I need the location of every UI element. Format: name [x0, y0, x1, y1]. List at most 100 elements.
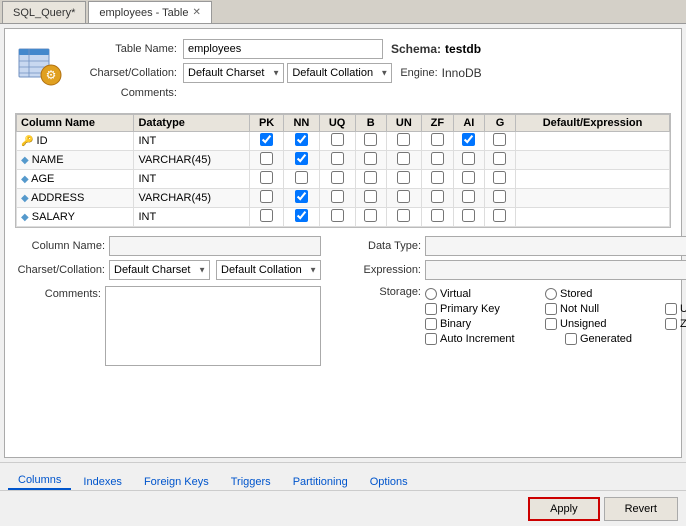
cell-b[interactable] — [355, 189, 386, 208]
cb-unsigned[interactable]: Unsigned — [545, 318, 665, 330]
cb-zero-fill[interactable]: Zero Fill — [665, 318, 686, 330]
cb-uq-4[interactable] — [331, 209, 344, 222]
cb-b-2[interactable] — [364, 171, 377, 184]
cb-un-3[interactable] — [397, 190, 410, 203]
cell-ai[interactable] — [453, 189, 484, 208]
cell-un[interactable] — [386, 170, 421, 189]
cell-zf[interactable] — [421, 170, 453, 189]
editor-col-name-input[interactable] — [109, 236, 321, 256]
cell-uq[interactable] — [319, 132, 355, 151]
cb-zf-1[interactable] — [431, 152, 444, 165]
editor-charset-select[interactable]: Default Charset — [109, 260, 210, 280]
cell-b[interactable] — [355, 151, 386, 170]
storage-virtual[interactable]: Virtual — [425, 288, 545, 300]
table-row[interactable]: ◆ ADDRESS VARCHAR(45) — [17, 189, 670, 208]
cell-zf[interactable] — [421, 208, 453, 227]
close-icon[interactable]: ✕ — [192, 7, 200, 18]
cb-unique[interactable]: Unique — [665, 303, 686, 315]
cell-g[interactable] — [484, 189, 515, 208]
cell-b[interactable] — [355, 170, 386, 189]
cell-g[interactable] — [484, 170, 515, 189]
cb-nn-1[interactable] — [295, 152, 308, 165]
editor-collation-select[interactable]: Default Collation — [216, 260, 321, 280]
cell-pk[interactable] — [249, 170, 283, 189]
cell-nn[interactable] — [284, 132, 319, 151]
tab-partitioning[interactable]: Partitioning — [283, 474, 358, 490]
cell-pk[interactable] — [249, 189, 283, 208]
cell-uq[interactable] — [319, 208, 355, 227]
cb-g-2[interactable] — [493, 171, 506, 184]
collation-select[interactable]: Default Collation — [287, 63, 392, 83]
cb-primary-key[interactable]: Primary Key — [425, 303, 545, 315]
cb-primary-key-input[interactable] — [425, 303, 437, 315]
revert-button[interactable]: Revert — [604, 497, 678, 521]
cell-zf[interactable] — [421, 132, 453, 151]
table-row[interactable]: ◆ NAME VARCHAR(45) — [17, 151, 670, 170]
cb-b-3[interactable] — [364, 190, 377, 203]
cb-unique-input[interactable] — [665, 303, 677, 315]
cell-b[interactable] — [355, 132, 386, 151]
cb-auto-increment[interactable]: Auto Increment — [425, 333, 565, 345]
cell-uq[interactable] — [319, 151, 355, 170]
apply-button[interactable]: Apply — [528, 497, 600, 521]
tab-indexes[interactable]: Indexes — [73, 474, 132, 490]
cb-uq-3[interactable] — [331, 190, 344, 203]
cb-b-4[interactable] — [364, 209, 377, 222]
cell-g[interactable] — [484, 151, 515, 170]
cell-ai[interactable] — [453, 208, 484, 227]
cb-nn-4[interactable] — [295, 209, 308, 222]
tab-foreign-keys[interactable]: Foreign Keys — [134, 474, 219, 490]
cb-nn-0[interactable] — [295, 133, 308, 146]
cb-ai-0[interactable] — [462, 133, 475, 146]
cell-nn[interactable] — [284, 170, 319, 189]
cb-pk-3[interactable] — [260, 190, 273, 203]
cell-un[interactable] — [386, 189, 421, 208]
cb-not-null-input[interactable] — [545, 303, 557, 315]
cell-ai[interactable] — [453, 151, 484, 170]
cb-g-1[interactable] — [493, 152, 506, 165]
cb-not-null[interactable]: Not Null — [545, 303, 665, 315]
cb-uq-1[interactable] — [331, 152, 344, 165]
cb-auto-increment-input[interactable] — [425, 333, 437, 345]
cell-g[interactable] — [484, 208, 515, 227]
cb-un-4[interactable] — [397, 209, 410, 222]
cb-uq-0[interactable] — [331, 133, 344, 146]
tab-sql-query[interactable]: SQL_Query* — [2, 1, 86, 23]
cell-uq[interactable] — [319, 189, 355, 208]
cb-un-1[interactable] — [397, 152, 410, 165]
cb-uq-2[interactable] — [331, 171, 344, 184]
cb-ai-2[interactable] — [462, 171, 475, 184]
cb-zf-0[interactable] — [431, 133, 444, 146]
tab-options[interactable]: Options — [360, 474, 418, 490]
cb-g-0[interactable] — [493, 133, 506, 146]
storage-virtual-radio[interactable] — [425, 288, 437, 300]
cb-un-0[interactable] — [397, 133, 410, 146]
cell-pk[interactable] — [249, 151, 283, 170]
cell-zf[interactable] — [421, 151, 453, 170]
charset-select[interactable]: Default Charset — [183, 63, 284, 83]
cb-pk-4[interactable] — [260, 209, 273, 222]
cb-g-4[interactable] — [493, 209, 506, 222]
cell-nn[interactable] — [284, 151, 319, 170]
cell-uq[interactable] — [319, 170, 355, 189]
tab-columns[interactable]: Columns — [8, 472, 71, 490]
cell-zf[interactable] — [421, 189, 453, 208]
cb-nn-2[interactable] — [295, 171, 308, 184]
cb-pk-0[interactable] — [260, 133, 273, 146]
cell-pk[interactable] — [249, 132, 283, 151]
table-row[interactable]: 🔑 ID INT — [17, 132, 670, 151]
cb-zero-fill-input[interactable] — [665, 318, 677, 330]
tab-employees-table[interactable]: employees - Table ✕ — [88, 1, 211, 23]
cell-g[interactable] — [484, 132, 515, 151]
cell-un[interactable] — [386, 151, 421, 170]
cb-binary[interactable]: Binary — [425, 318, 545, 330]
cb-b-0[interactable] — [364, 133, 377, 146]
table-row[interactable]: ◆ SALARY INT — [17, 208, 670, 227]
editor-comments-textarea[interactable] — [105, 286, 321, 366]
table-name-input[interactable] — [183, 39, 383, 59]
cb-ai-4[interactable] — [462, 209, 475, 222]
storage-stored[interactable]: Stored — [545, 288, 665, 300]
cb-unsigned-input[interactable] — [545, 318, 557, 330]
cb-binary-input[interactable] — [425, 318, 437, 330]
cb-nn-3[interactable] — [295, 190, 308, 203]
